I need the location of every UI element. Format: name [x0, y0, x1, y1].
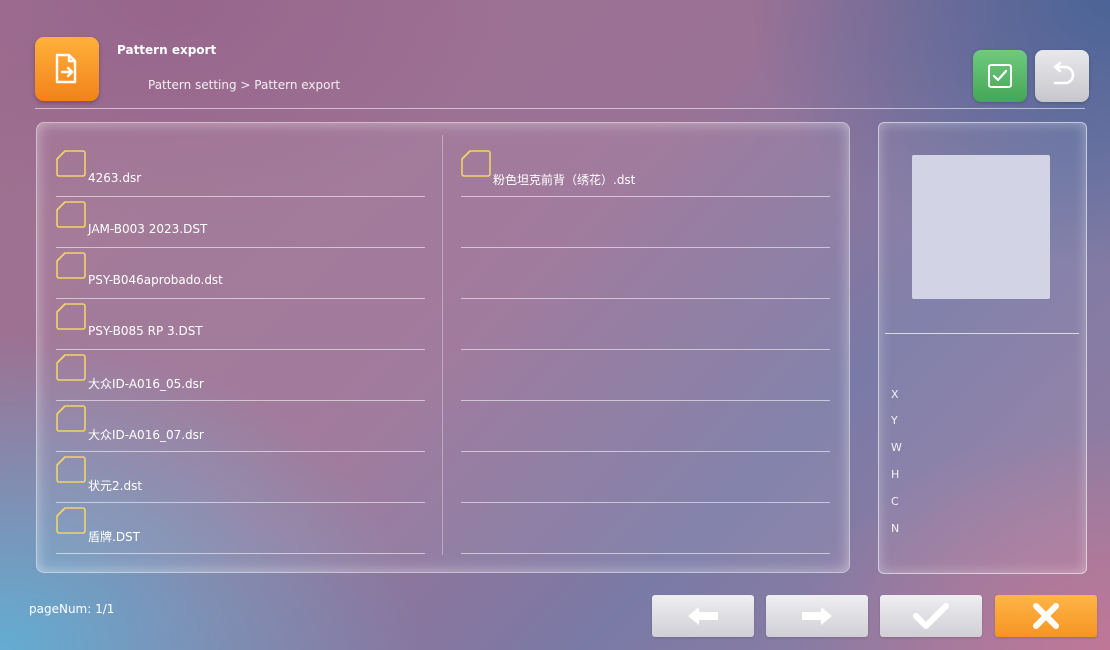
ok-button[interactable] — [880, 595, 982, 637]
file-name: PSY-B085 RP 3.DST — [88, 324, 203, 338]
info-label-w: W — [891, 441, 902, 454]
file-icon — [461, 149, 491, 181]
back-button[interactable] — [1035, 50, 1089, 102]
file-list-item[interactable] — [461, 247, 830, 299]
file-list-item[interactable] — [461, 349, 830, 401]
file-icon — [56, 251, 86, 283]
file-name: PSY-B046aprobado.dst — [88, 273, 223, 287]
file-icon — [56, 404, 86, 436]
page-title: Pattern export — [117, 43, 217, 57]
file-name: 大众ID-A016_07.dsr — [88, 428, 204, 442]
arrow-left-icon — [688, 607, 718, 625]
file-export-icon — [55, 53, 77, 84]
file-name: 状元2.dst — [88, 479, 143, 493]
file-list-item[interactable]: PSY-B085 RP 3.DST — [56, 298, 425, 350]
file-name: 大众ID-A016_05.dsr — [88, 377, 204, 391]
file-list-item[interactable]: 4263.dsr — [56, 145, 425, 197]
breadcrumb: Pattern setting > Pattern export — [148, 78, 341, 92]
file-name: JAM-B003 2023.DST — [88, 222, 208, 236]
file-list-item[interactable]: 盾牌.DST — [56, 502, 425, 554]
undo-arrow-icon — [1053, 62, 1075, 85]
pattern-export-app-icon — [35, 37, 99, 101]
column-divider — [442, 135, 443, 555]
header-divider — [35, 108, 1085, 109]
file-list-item[interactable] — [461, 400, 830, 452]
file-name: 盾牌.DST — [88, 530, 141, 544]
arrow-right-icon — [802, 607, 832, 625]
file-list-item[interactable] — [461, 196, 830, 248]
previous-page-button[interactable] — [652, 595, 754, 637]
file-name: 4263.dsr — [88, 171, 142, 185]
file-icon — [56, 353, 86, 385]
info-label-c: C — [891, 495, 899, 508]
file-list-item[interactable]: 粉色坦克前背（绣花）.dst — [461, 145, 830, 197]
checkmark-icon — [913, 603, 949, 629]
info-label-x: X — [891, 388, 899, 401]
file-name: 粉色坦克前背（绣花）.dst — [493, 173, 636, 187]
close-icon — [1033, 603, 1059, 629]
file-icon — [56, 506, 86, 538]
file-list-item[interactable]: JAM-B003 2023.DST — [56, 196, 425, 248]
file-list-item[interactable] — [461, 298, 830, 350]
file-list-item[interactable]: 大众ID-A016_07.dsr — [56, 400, 425, 452]
page-number: pageNum: 1/1 — [29, 602, 115, 616]
file-icon — [56, 149, 86, 181]
cancel-button[interactable] — [995, 595, 1097, 637]
info-label-h: H — [891, 468, 900, 481]
file-icon — [56, 455, 86, 487]
info-label-n: N — [891, 522, 900, 535]
preview-divider — [885, 333, 1079, 334]
confirm-button[interactable] — [973, 50, 1027, 102]
file-list-item[interactable] — [461, 502, 830, 554]
file-list-item[interactable]: PSY-B046aprobado.dst — [56, 247, 425, 299]
file-icon — [56, 302, 86, 334]
info-label-y: Y — [891, 414, 898, 427]
file-list-item[interactable]: 大众ID-A016_05.dsr — [56, 349, 425, 401]
pattern-thumbnail — [912, 155, 1050, 299]
file-icon — [56, 200, 86, 232]
next-page-button[interactable] — [766, 595, 868, 637]
file-list-item[interactable] — [461, 451, 830, 503]
checkbox-check-icon — [988, 64, 1012, 88]
file-list-item[interactable]: 状元2.dst — [56, 451, 425, 503]
